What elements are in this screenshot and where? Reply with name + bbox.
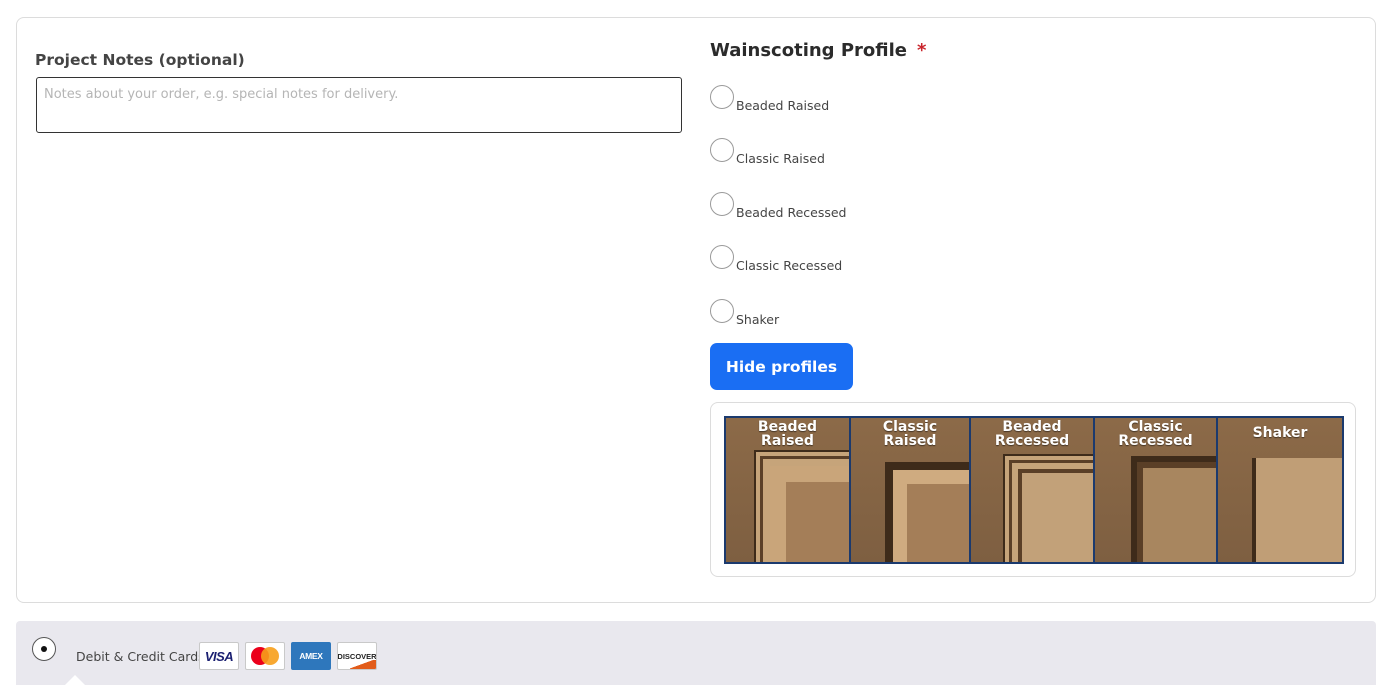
profiles-preview-box: Beaded Raised Classic Raised Beaded Rece…: [710, 402, 1356, 577]
required-asterisk: *: [917, 40, 927, 61]
radio-button[interactable]: [710, 192, 734, 216]
profile-swatch-classic-recessed: Classic Recessed: [1095, 418, 1218, 562]
discover-logo-icon: DISCOVER: [337, 642, 377, 670]
payment-method-label[interactable]: Debit & Credit Cards: [76, 649, 205, 664]
option-label[interactable]: Classic Recessed: [736, 258, 842, 273]
payment-caret-icon: [64, 675, 86, 685]
profile-swatch-title: Shaker: [1252, 425, 1308, 441]
payment-method-bar: Debit & Credit Cards VISA AMEX DISCOVER: [16, 621, 1376, 685]
radio-button[interactable]: [710, 299, 734, 323]
radio-button[interactable]: [710, 85, 734, 109]
profile-swatch-shaker: Shaker: [1218, 418, 1342, 562]
project-notes-label: Project Notes (optional): [35, 51, 245, 69]
profile-swatch-beaded-recessed: Beaded Recessed: [971, 418, 1095, 562]
payment-radio-selected[interactable]: [32, 637, 56, 661]
option-label[interactable]: Beaded Recessed: [736, 205, 847, 220]
profile-swatch-title: Beaded Raised: [757, 419, 818, 449]
profile-swatch-title: Classic Recessed: [1118, 419, 1193, 449]
profile-swatch-title: Classic Raised: [882, 419, 938, 449]
radio-button[interactable]: [710, 245, 734, 269]
profile-swatch-beaded-raised: Beaded Raised: [726, 418, 851, 562]
wainscoting-profile-title: Wainscoting Profile: [710, 40, 907, 61]
profile-swatch-classic-raised: Classic Raised: [851, 418, 971, 562]
profiles-comparison-image: Beaded Raised Classic Raised Beaded Rece…: [724, 416, 1344, 564]
profile-swatch-title: Beaded Recessed: [994, 419, 1070, 449]
radio-button[interactable]: [710, 138, 734, 162]
option-label[interactable]: Shaker: [736, 312, 779, 327]
wainscoting-profile-heading: Wainscoting Profile *: [710, 40, 926, 61]
option-label[interactable]: Beaded Raised: [736, 98, 829, 113]
mastercard-logo-icon: [245, 642, 285, 670]
amex-logo-icon: AMEX: [291, 642, 331, 670]
project-notes-textarea[interactable]: [36, 77, 682, 133]
visa-logo-icon: VISA: [199, 642, 239, 670]
hide-profiles-button[interactable]: Hide profiles: [710, 343, 853, 390]
card-logos: VISA AMEX DISCOVER: [199, 642, 377, 670]
option-label[interactable]: Classic Raised: [736, 151, 825, 166]
